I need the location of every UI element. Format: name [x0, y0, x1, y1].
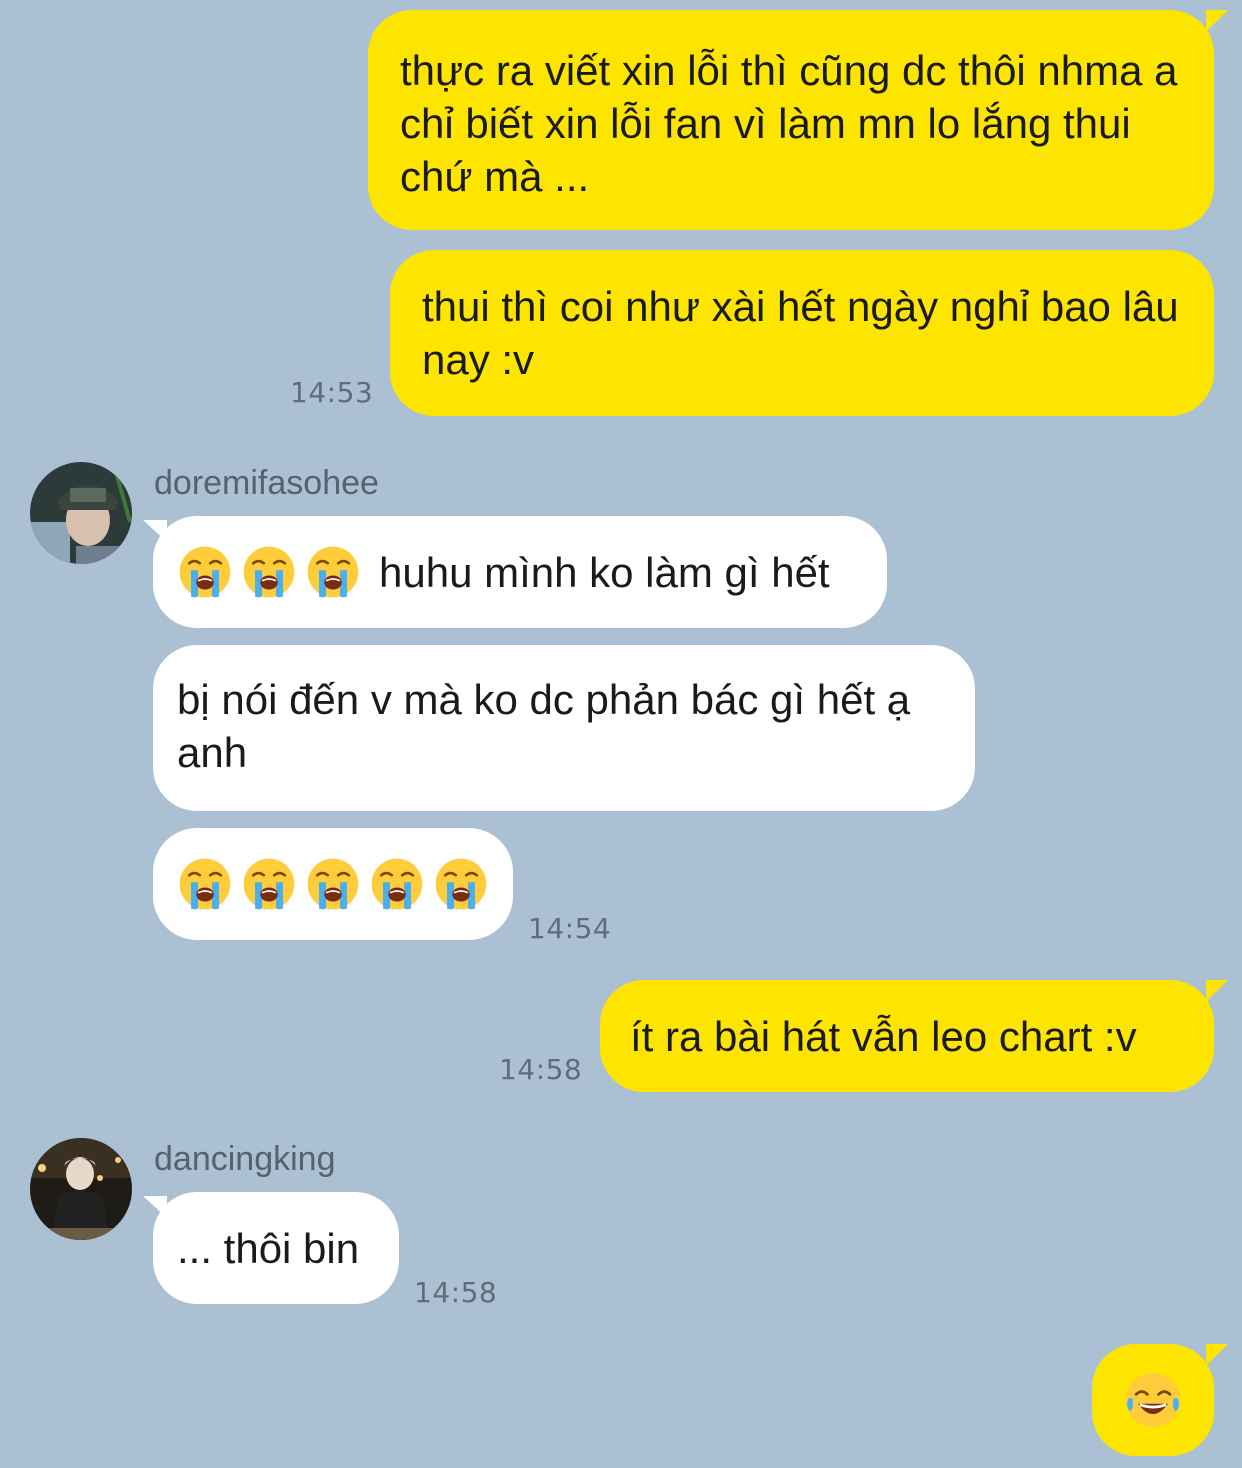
message-text: thực ra viết xin lỗi thì cũng dc thôi nh…: [400, 47, 1178, 200]
loudly-crying-face-icon: [433, 856, 489, 912]
avatar[interactable]: [30, 1138, 132, 1240]
sender-name: doremifasohee: [154, 464, 379, 502]
incoming-message-bubble[interactable]: [153, 828, 513, 940]
message-timestamp: 14:53: [290, 376, 374, 409]
outgoing-message-bubble[interactable]: ít ra bài hát vẫn leo chart :v: [600, 980, 1228, 1092]
bubble-tail: [143, 1196, 167, 1218]
emoji-group: [177, 856, 489, 912]
bubble-tail: [1206, 980, 1228, 1002]
loudly-crying-face-icon: [305, 856, 361, 912]
incoming-message-bubble[interactable]: huhu mình ko làm gì hết: [143, 516, 887, 628]
outgoing-message-bubble[interactable]: thực ra viết xin lỗi thì cũng dc thôi nh…: [368, 10, 1228, 230]
incoming-message-bubble[interactable]: bị nói đến v mà ko dc phản bác gì hết ạ …: [153, 645, 975, 811]
sender-name: dancingking: [154, 1140, 336, 1178]
avatar-photo: [30, 462, 132, 564]
emoji-group: [177, 544, 361, 600]
bubble-tail: [1206, 10, 1228, 32]
message-timestamp: 14:58: [499, 1053, 583, 1086]
outgoing-message-bubble[interactable]: [1092, 1344, 1228, 1456]
message-timestamp: 14:54: [528, 912, 612, 945]
message-text: bị nói đến v mà ko dc phản bác gì hết ạ …: [177, 676, 911, 776]
outgoing-message-bubble[interactable]: thui thì coi như xài hết ngày nghỉ bao l…: [390, 250, 1214, 416]
message-timestamp: 14:58: [414, 1276, 498, 1309]
loudly-crying-face-icon: [369, 856, 425, 912]
avatar[interactable]: [30, 462, 132, 564]
message-text: ít ra bài hát vẫn leo chart :v: [630, 1012, 1137, 1060]
loudly-crying-face-icon: [241, 544, 297, 600]
message-text: thui thì coi như xài hết ngày nghỉ bao l…: [422, 283, 1179, 383]
avatar-photo: [30, 1138, 132, 1240]
bubble-tail: [143, 520, 167, 542]
face-with-tears-of-joy-icon: [1123, 1370, 1183, 1430]
message-text: huhu mình ko làm gì hết: [379, 548, 830, 596]
loudly-crying-face-icon: [241, 856, 297, 912]
bubble-tail: [1206, 1344, 1228, 1366]
loudly-crying-face-icon: [177, 856, 233, 912]
message-text: ... thôi bin: [177, 1224, 360, 1272]
loudly-crying-face-icon: [305, 544, 361, 600]
loudly-crying-face-icon: [177, 544, 233, 600]
incoming-message-bubble[interactable]: ... thôi bin: [143, 1192, 399, 1304]
